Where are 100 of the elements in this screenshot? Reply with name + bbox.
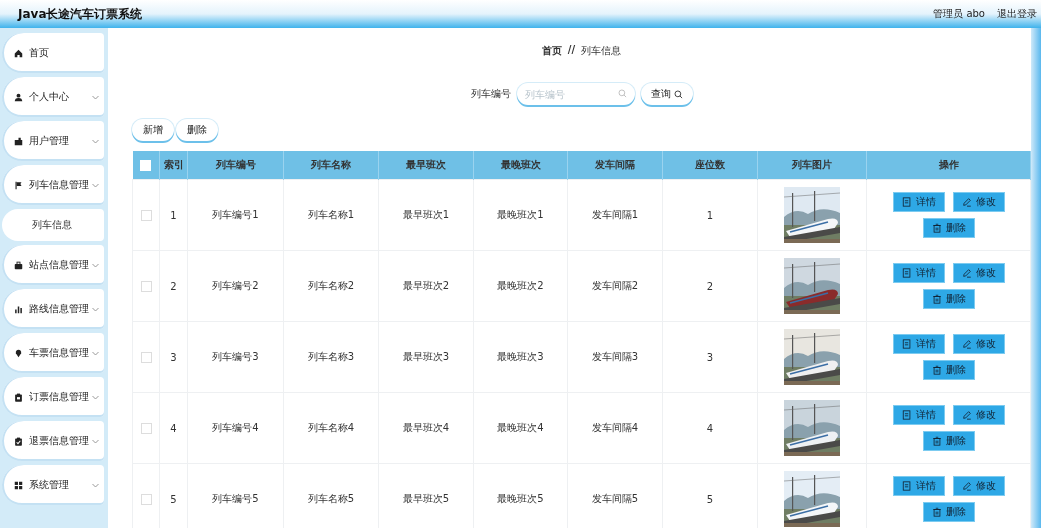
table-cell: 列车编号3 [187,321,284,393]
table-cell: 最早班次3 [378,321,474,393]
add-button[interactable]: 新增 [132,119,174,141]
sidebar-item[interactable]: 首页 [2,33,104,73]
sidebar-item[interactable]: 路线信息管理 [2,289,104,329]
search-button[interactable]: 查询 [640,83,693,105]
trash-icon [931,365,942,375]
delete-button[interactable]: 删除 [922,218,975,238]
table-cell: 最早班次2 [378,250,474,322]
chevron-icon [92,262,99,268]
document-icon [901,481,912,491]
breadcrumb-item[interactable]: 首页 [541,44,562,58]
table-cell: 3 [159,321,188,393]
column-header: 索引 [159,151,188,180]
table-cell: 最早班次4 [378,392,474,464]
column-header: 发车间隔 [567,151,663,180]
menu-item-icon [14,136,23,146]
table-cell: 列车名称2 [283,250,379,322]
search-field[interactable]: 列车编号 [516,83,635,105]
edit-button[interactable]: 修改 [952,334,1005,354]
breadcrumb-separator: // [567,44,576,57]
search-icon [673,89,683,99]
edit-button[interactable]: 修改 [952,405,1005,425]
detail-button[interactable]: 详情 [892,405,945,425]
delete-button[interactable]: 删除 [922,360,975,380]
table-cell: 列车编号4 [187,392,284,464]
delete-button[interactable]: 删除 [922,431,975,451]
sidebar-item[interactable]: 列车信息管理 [2,165,104,205]
menu-item-icon [14,304,23,314]
chevron-icon [92,482,99,488]
trash-icon [931,436,942,446]
chevron-icon [92,94,99,100]
edit-button[interactable]: 修改 [952,263,1005,283]
column-header: 操作 [866,151,1031,180]
table-cell: 最晚班次1 [473,179,568,251]
menu-item-icon [14,348,23,358]
table-cell: 列车名称1 [283,179,379,251]
sidebar-item[interactable]: 退票信息管理 [2,421,104,461]
table-cell: 4 [159,392,188,464]
table-cell: 列车名称3 [283,321,379,393]
sidebar-item[interactable]: 个人中心 [2,77,104,117]
sidebar-subitem[interactable]: 列车信息 [2,209,104,241]
table-cell: 发车间隔4 [567,392,663,464]
document-icon [901,197,912,207]
detail-button[interactable]: 详情 [892,192,945,212]
trash-icon [931,507,942,517]
row-checkbox[interactable] [140,422,152,434]
menu-item-icon [14,392,23,402]
menu-item-icon [14,436,23,446]
chevron-icon [92,138,99,144]
column-header: 列车图片 [757,151,867,180]
document-icon [901,268,912,278]
sidebar-item[interactable]: 站点信息管理 [2,245,104,285]
sidebar-item[interactable]: 系统管理 [2,465,104,505]
document-icon [901,410,912,420]
row-checkbox[interactable] [140,280,152,292]
column-header: 最晚班次 [473,151,568,180]
column-header: 列车编号 [187,151,284,180]
logout-link[interactable]: 退出登录 [997,7,1037,21]
menu-item-icon [14,180,23,190]
sidebar-item[interactable]: 用户管理 [2,121,104,161]
search-label: 列车编号 [470,87,511,101]
menu-item-icon [14,480,23,490]
breadcrumb-item[interactable]: 列车信息 [581,44,622,58]
edit-button[interactable]: 修改 [952,192,1005,212]
sidebar-item[interactable]: 订票信息管理 [2,377,104,417]
table-cell: 2 [662,250,758,322]
chevron-icon [92,306,99,312]
pencil-icon [961,410,972,420]
table-cell: 发车间隔1 [567,179,663,251]
table-cell: 发车间隔3 [567,321,663,393]
select-all-checkbox[interactable] [140,159,152,171]
menu-item-icon [14,48,23,58]
delete-button[interactable]: 删除 [922,502,975,522]
table-cell: 列车名称4 [283,392,379,464]
table-cell: 4 [662,392,758,464]
pencil-icon [961,197,972,207]
row-checkbox[interactable] [140,209,152,221]
detail-button[interactable]: 详情 [892,476,945,496]
edit-button[interactable]: 修改 [952,476,1005,496]
table-cell: 发车间隔2 [567,250,663,322]
table-cell: 3 [662,321,758,393]
chevron-icon [92,394,99,400]
detail-button[interactable]: 详情 [892,263,945,283]
pencil-icon [961,481,972,491]
row-checkbox[interactable] [140,351,152,363]
table-cell: 列车编号2 [187,250,284,322]
delete-button[interactable]: 删除 [922,289,975,309]
table-cell: 列车编号1 [187,179,284,251]
table-cell: 1 [159,179,188,251]
table-cell: 最晚班次4 [473,392,568,464]
sidebar-item[interactable]: 车票信息管理 [2,333,104,373]
pencil-icon [961,339,972,349]
table-cell: 2 [159,250,188,322]
row-checkbox[interactable] [140,493,152,505]
column-header: 列车名称 [283,151,379,180]
table-cell: 最晚班次3 [473,321,568,393]
delete-button[interactable]: 删除 [176,119,218,141]
detail-button[interactable]: 详情 [892,334,945,354]
table-cell: 最早班次1 [378,179,474,251]
